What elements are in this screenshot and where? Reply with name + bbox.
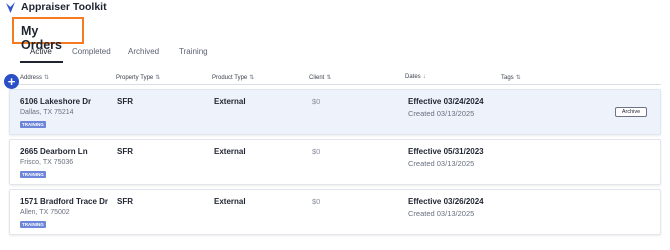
order-city: Allen, TX 75002: [20, 209, 70, 216]
column-header-product-type[interactable]: Product Type ⇅: [212, 74, 254, 81]
column-header-property-type[interactable]: Property Type ⇅: [116, 74, 160, 81]
order-street: 2665 Dearborn Ln: [20, 147, 88, 156]
client-fee: $0: [312, 147, 321, 156]
active-tab-indicator: [20, 61, 63, 63]
sort-icon: ⇅: [155, 75, 161, 81]
sort-desc-icon: ↓: [422, 74, 426, 80]
order-street: 1571 Bradford Trace Dr: [20, 197, 109, 206]
order-row[interactable]: 2665 Dearborn Ln Frisco, TX 75036 TRAINI…: [9, 139, 661, 185]
training-badge: TRAINING: [20, 221, 46, 228]
effective-date: Effective 03/24/2024: [408, 97, 484, 106]
table-header: Address ⇅ Property Type ⇅ Product Type ⇅ Cl…: [9, 70, 661, 85]
training-badge: TRAINING: [20, 121, 46, 128]
tab-archived[interactable]: Archived: [128, 47, 159, 56]
order-street: 6106 Lakeshore Dr: [20, 97, 92, 106]
sort-icon: ⇅: [249, 75, 255, 81]
tab-active[interactable]: Active: [30, 47, 52, 56]
created-date: Created 03/13/2025: [408, 109, 475, 118]
sort-icon: ⇅: [44, 75, 50, 81]
property-type: SFR: [117, 147, 133, 156]
app-title: Appraiser Toolkit: [21, 1, 107, 13]
product-type: External: [214, 97, 246, 106]
order-row[interactable]: 6106 Lakeshore Dr Dallas, TX 75214 TRAIN…: [9, 89, 661, 135]
app-header: Appraiser Toolkit: [0, 0, 670, 16]
property-type: SFR: [117, 197, 133, 206]
tab-completed[interactable]: Completed: [72, 47, 111, 56]
column-header-address[interactable]: Address ⇅: [20, 74, 49, 81]
client-fee: $0: [312, 197, 321, 206]
logo-icon: [6, 2, 15, 13]
product-type: External: [214, 147, 246, 156]
tab-training[interactable]: Training: [179, 47, 208, 56]
training-badge: TRAINING: [20, 171, 46, 178]
client-fee: $0: [312, 97, 321, 106]
order-city: Dallas, TX 75214: [20, 109, 74, 116]
order-row[interactable]: 1571 Bradford Trace Dr Allen, TX 75002 T…: [9, 189, 661, 235]
add-order-button[interactable]: +: [4, 74, 19, 89]
sort-icon: ⇅: [326, 75, 332, 81]
page-title-container: My Orders: [12, 17, 84, 52]
property-type: SFR: [117, 97, 133, 106]
effective-date: Effective 03/26/2024: [408, 197, 484, 206]
sort-icon: ⇅: [515, 75, 521, 81]
column-header-client[interactable]: Client ⇅: [309, 74, 331, 81]
archive-button[interactable]: Archive: [615, 107, 647, 117]
product-type: External: [214, 197, 246, 206]
created-date: Created 03/13/2025: [408, 159, 475, 168]
effective-date: Effective 05/31/2023: [408, 147, 484, 156]
order-city: Frisco, TX 75036: [20, 159, 74, 166]
column-header-tags[interactable]: Tags ⇅: [501, 74, 521, 81]
created-date: Created 03/13/2025: [408, 209, 475, 218]
column-header-dates[interactable]: Dates ↓: [405, 74, 426, 80]
